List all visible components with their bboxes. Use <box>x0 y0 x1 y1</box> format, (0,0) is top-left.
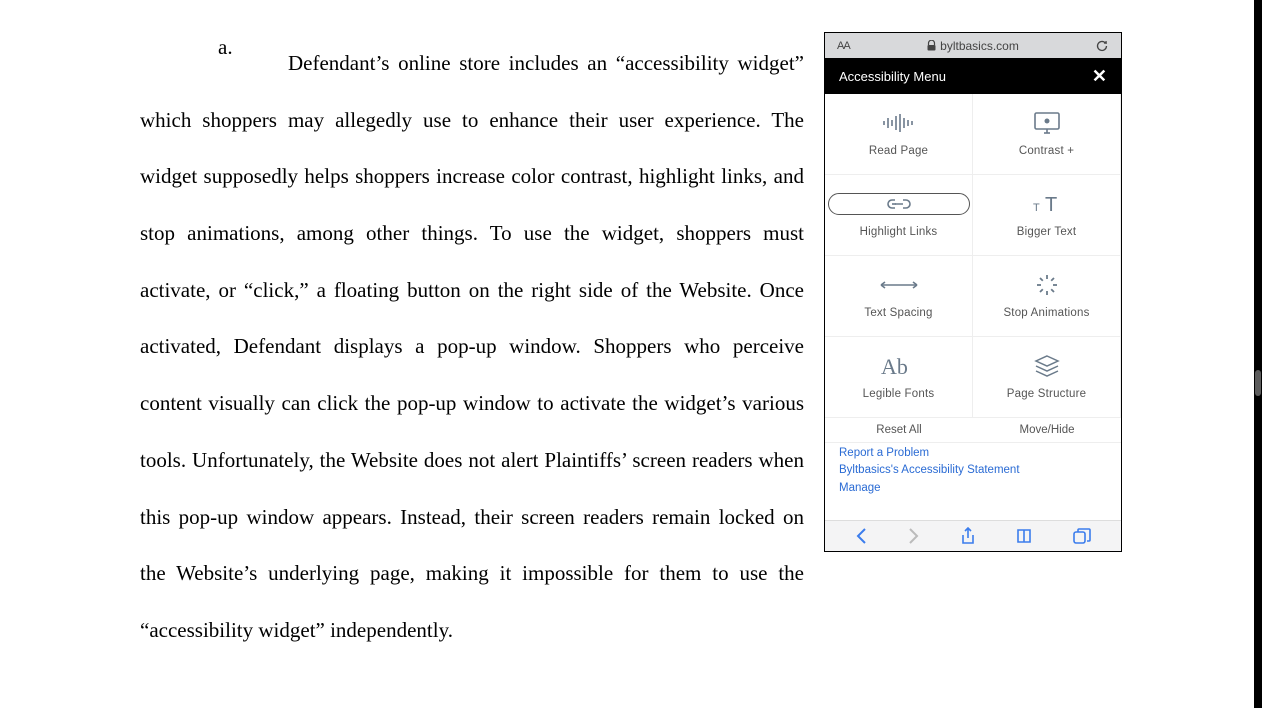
tile-label: Contrast + <box>1019 145 1074 157</box>
embedded-screenshot: AA byltbasics.com Accessibility Menu ✕ R… <box>824 32 1122 552</box>
move-hide-button[interactable]: Move/Hide <box>973 418 1121 442</box>
accessibility-options-grid: Read Page Contrast + Highlight Links T <box>825 94 1121 418</box>
tabs-icon[interactable] <box>1073 528 1091 544</box>
tile-label: Stop Animations <box>1003 307 1089 319</box>
forward-icon <box>908 527 920 545</box>
back-icon[interactable] <box>855 527 867 545</box>
accessibility-menu-header: Accessibility Menu ✕ <box>825 58 1121 94</box>
tile-read-page[interactable]: Read Page <box>825 94 973 175</box>
accessibility-statement-link[interactable]: Byltbasics's Accessibility Statement <box>839 462 1107 479</box>
tile-page-structure[interactable]: Page Structure <box>973 337 1121 418</box>
tile-label: Read Page <box>869 145 928 157</box>
bigger-text-icon: TT <box>1029 192 1065 216</box>
tile-label: Highlight Links <box>860 226 938 238</box>
spacing-icon <box>877 273 921 297</box>
share-icon[interactable] <box>960 527 976 545</box>
bookmarks-icon[interactable] <box>1016 528 1032 544</box>
close-icon[interactable]: ✕ <box>1092 66 1107 87</box>
tile-stop-animations[interactable]: Stop Animations <box>973 256 1121 337</box>
tile-legible-fonts[interactable]: Ab Legible Fonts <box>825 337 973 418</box>
reset-all-button[interactable]: Reset All <box>825 418 973 442</box>
loading-icon <box>1036 273 1058 297</box>
footer-actions-row: Reset All Move/Hide <box>825 418 1121 443</box>
report-problem-link[interactable]: Report a Problem <box>839 445 1107 462</box>
contrast-icon <box>1032 111 1062 135</box>
tile-label: Page Structure <box>1007 388 1087 400</box>
page-border-right <box>1254 0 1262 708</box>
tile-text-spacing[interactable]: Text Spacing <box>825 256 973 337</box>
tile-contrast[interactable]: Contrast + <box>973 94 1121 175</box>
svg-text:T: T <box>1045 194 1057 215</box>
url-text: byltbasics.com <box>940 39 1019 53</box>
scrollbar-thumb[interactable] <box>1255 370 1261 396</box>
lock-icon <box>927 40 936 51</box>
tile-label: Text Spacing <box>864 307 932 319</box>
manage-link[interactable]: Manage <box>839 480 1107 497</box>
list-marker: a. <box>218 35 233 60</box>
text-size-control[interactable]: AA <box>837 40 850 52</box>
link-icon <box>825 192 972 216</box>
tile-label: Legible Fonts <box>863 388 935 400</box>
tile-highlight-links[interactable]: Highlight Links <box>825 175 973 256</box>
layers-icon <box>1034 354 1060 378</box>
tile-label: Bigger Text <box>1017 226 1077 238</box>
tile-bigger-text[interactable]: TT Bigger Text <box>973 175 1121 256</box>
browser-address-bar: AA byltbasics.com <box>825 33 1121 58</box>
svg-text:T: T <box>1033 202 1040 214</box>
svg-text:Ab: Ab <box>881 354 908 378</box>
menu-title: Accessibility Menu <box>839 69 946 84</box>
footer-links: Report a Problem Byltbasics's Accessibil… <box>825 443 1121 497</box>
reload-icon[interactable] <box>1095 39 1109 53</box>
font-icon: Ab <box>879 354 919 378</box>
soundwave-icon <box>882 111 916 135</box>
browser-bottom-toolbar <box>825 520 1121 551</box>
